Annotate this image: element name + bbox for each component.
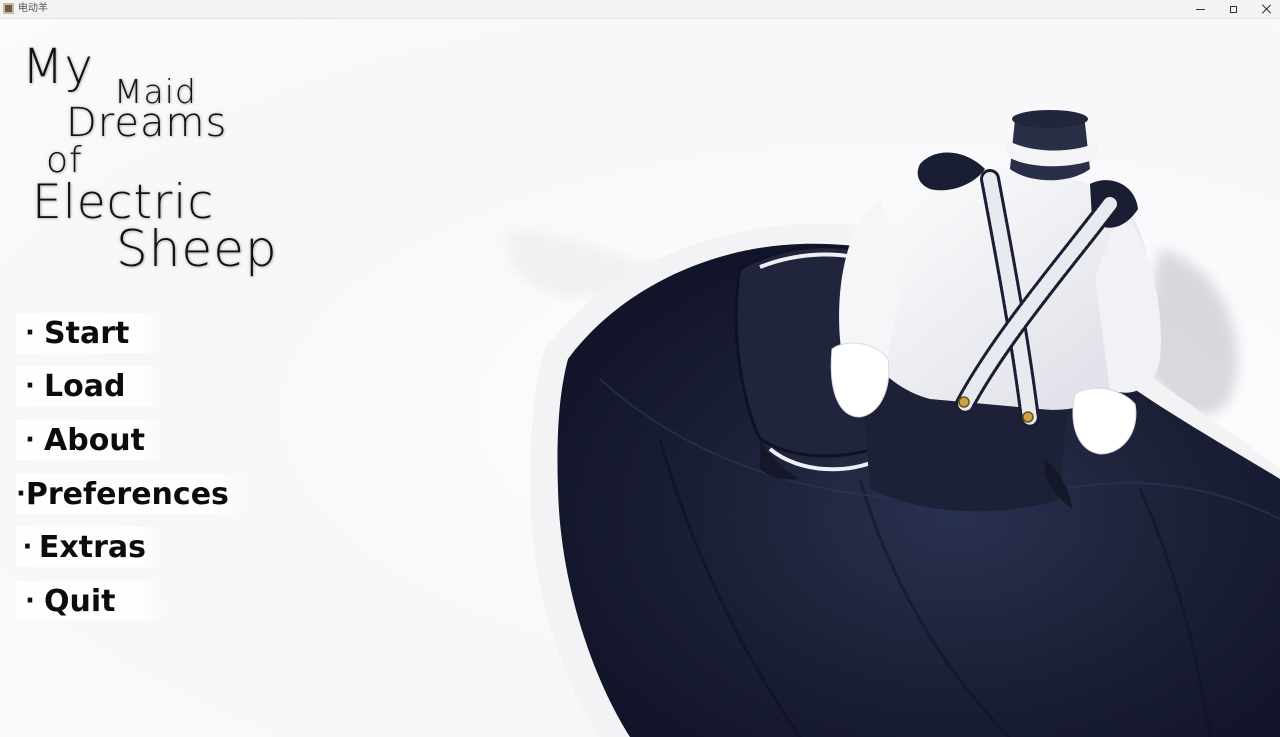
menu-item-start[interactable]: · Start (16, 313, 164, 353)
menu-item-label: Start (44, 315, 130, 351)
menu-item-preferences[interactable]: · Preferences (16, 474, 246, 514)
menu-bullet: · (25, 586, 35, 616)
menu-item-label: Load (44, 368, 126, 404)
menu-item-label: Quit (44, 583, 116, 619)
logo-word-sheep: Sheep (116, 220, 278, 278)
menu-item-about[interactable]: · About (16, 420, 164, 460)
menu-item-label: Preferences (25, 476, 229, 512)
menu-bullet: · (25, 318, 35, 348)
game-canvas: My Maid Dreams of Electric Sheep · Start… (0, 19, 1280, 737)
menu-item-load[interactable]: · Load (16, 366, 164, 406)
minimize-button[interactable] (1183, 0, 1217, 18)
menu-bullet: · (25, 425, 35, 455)
menu-item-extras[interactable]: · Extras (16, 527, 164, 567)
logo-word-of: of (46, 140, 83, 181)
menu-bullet: · (22, 532, 33, 562)
logo-word-my: My (22, 39, 94, 95)
window-title-bar: 电动羊 (0, 0, 1280, 19)
maximize-button[interactable] (1216, 0, 1250, 18)
menu-item-label: Extras (38, 529, 146, 565)
logo-word-dreams: Dreams (66, 100, 228, 146)
menu-item-quit[interactable]: · Quit (16, 581, 164, 621)
close-button[interactable] (1250, 0, 1280, 18)
window-title: 电动羊 (18, 3, 48, 14)
logo-word-electric: Electric (32, 175, 215, 230)
menu-item-label: About (44, 422, 146, 458)
menu-bullet: · (16, 479, 26, 509)
menu-bullet: · (25, 371, 35, 401)
close-icon (1262, 4, 1272, 14)
minimize-icon (1195, 8, 1205, 10)
app-icon (3, 3, 14, 14)
maximize-icon (1229, 5, 1237, 13)
